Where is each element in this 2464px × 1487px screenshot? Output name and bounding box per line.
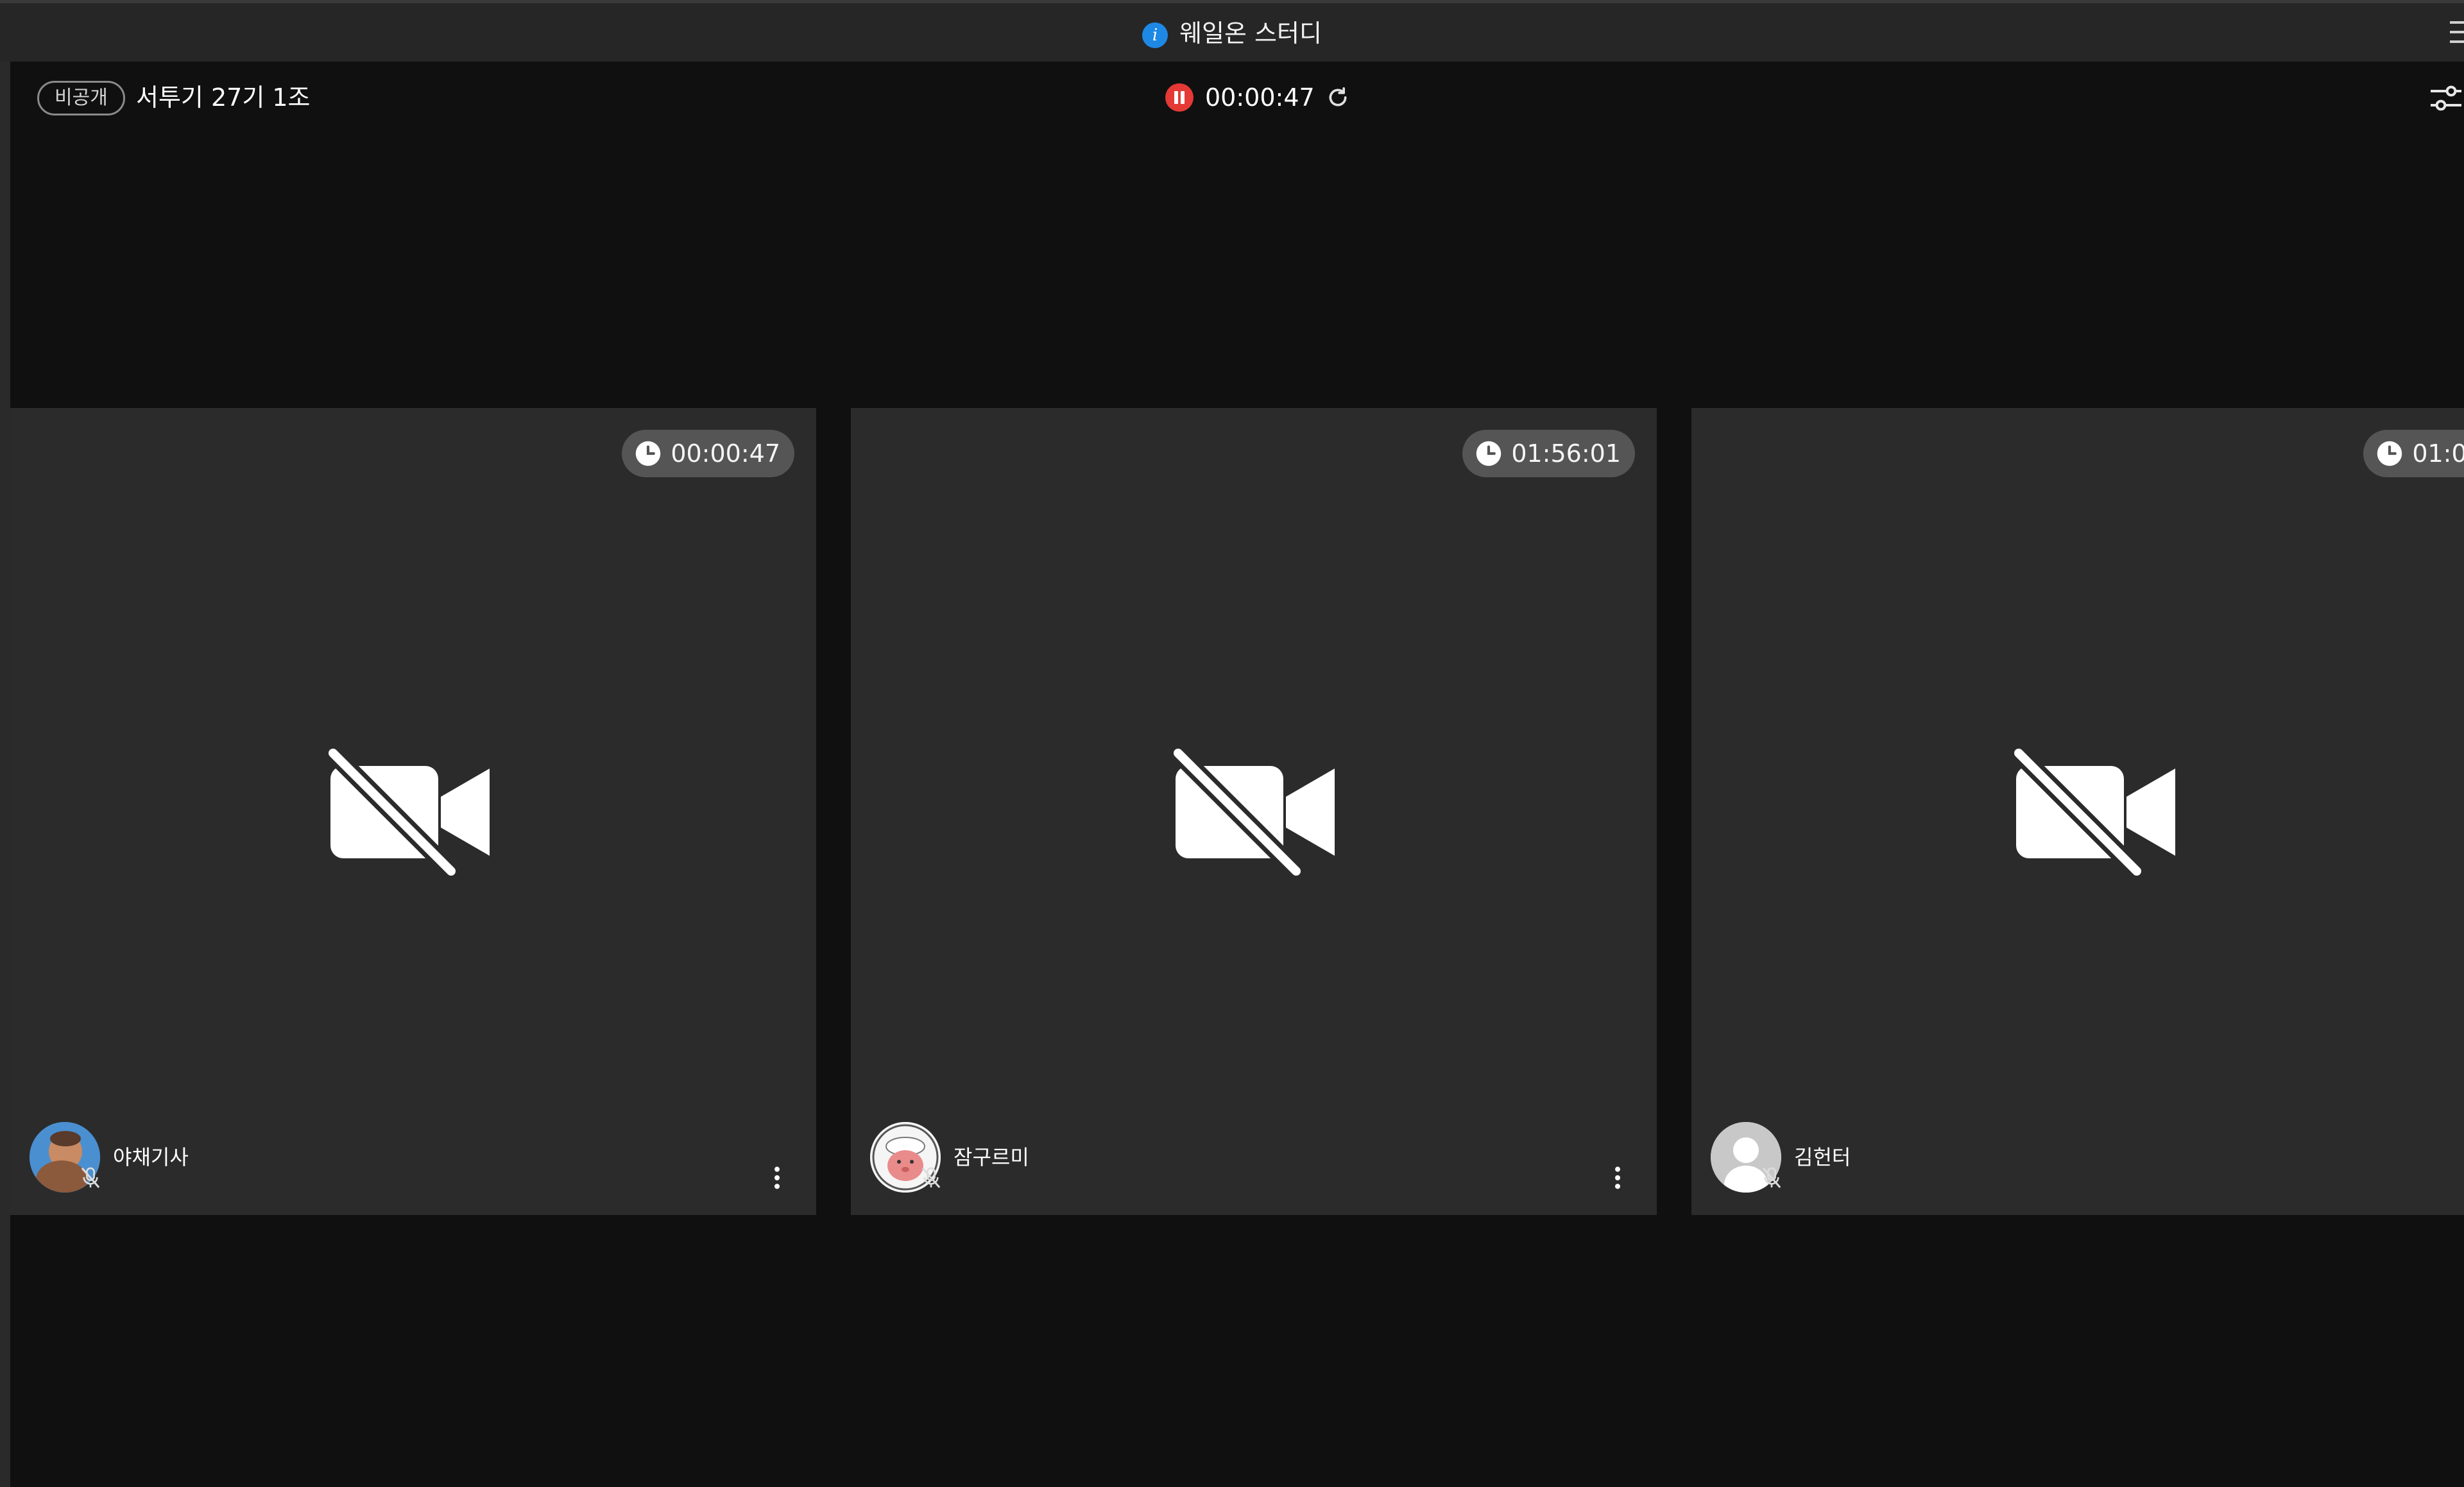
pause-icon[interactable] [1165,83,1194,112]
refresh-icon[interactable] [1325,85,1351,110]
window-title-bar: i 웨일온 스터디 [0,0,2464,62]
clock-icon [1476,441,1502,466]
mic-off-icon [81,1167,100,1188]
window-left-border [0,62,10,1487]
privacy-badge: 비공개 [37,81,125,115]
participant-tile[interactable]: 01:56:01 잠구르미 [851,408,1657,1215]
mic-off-icon [1762,1167,1781,1188]
elapsed-time: 01:06:58 [2412,439,2464,468]
more-options-icon[interactable] [774,1165,780,1191]
hamburger-menu-icon[interactable] [2450,21,2464,47]
camera-off-icon [325,748,490,876]
room-timer: 00:00:47 [1205,83,1315,112]
clock-icon [2377,441,2402,466]
camera-off-icon [1170,748,1335,876]
mic-off-icon [921,1167,941,1188]
participant-tile[interactable]: 00:00:47 야채기사 [10,408,816,1215]
camera-off-icon [2011,748,2175,876]
participant-name: 야채기사 [113,1145,189,1169]
participant-name: 김헌터 [1794,1145,1851,1169]
more-options-icon[interactable] [1614,1165,1621,1191]
room-title: 서투기 27기 1조 [136,83,311,112]
participant-name: 잠구르미 [954,1145,1029,1169]
window-title-text: 웨일온 스터디 [1179,19,1322,47]
window-title: i 웨일온 스터디 [0,17,2464,49]
elapsed-time: 00:00:47 [671,439,780,468]
elapsed-time-badge: 01:56:01 [1462,430,1635,477]
study-room-window: i 웨일온 스터디 비공개 서투기 27기 1조 00:00:47 00:00:… [0,0,2464,1487]
room-timer-group: 00:00:47 [1165,80,1351,115]
room-header: 비공개 서투기 27기 1조 00:00:47 [10,62,2464,132]
participant-tile[interactable]: 01:06:58 김헌터 [1691,408,2464,1215]
clock-icon [636,441,661,466]
elapsed-time-badge: 01:06:58 [2363,430,2464,477]
info-icon[interactable]: i [1142,22,1168,48]
settings-sliders-icon[interactable] [2428,81,2464,117]
elapsed-time: 01:56:01 [1511,439,1621,468]
elapsed-time-badge: 00:00:47 [622,430,794,477]
